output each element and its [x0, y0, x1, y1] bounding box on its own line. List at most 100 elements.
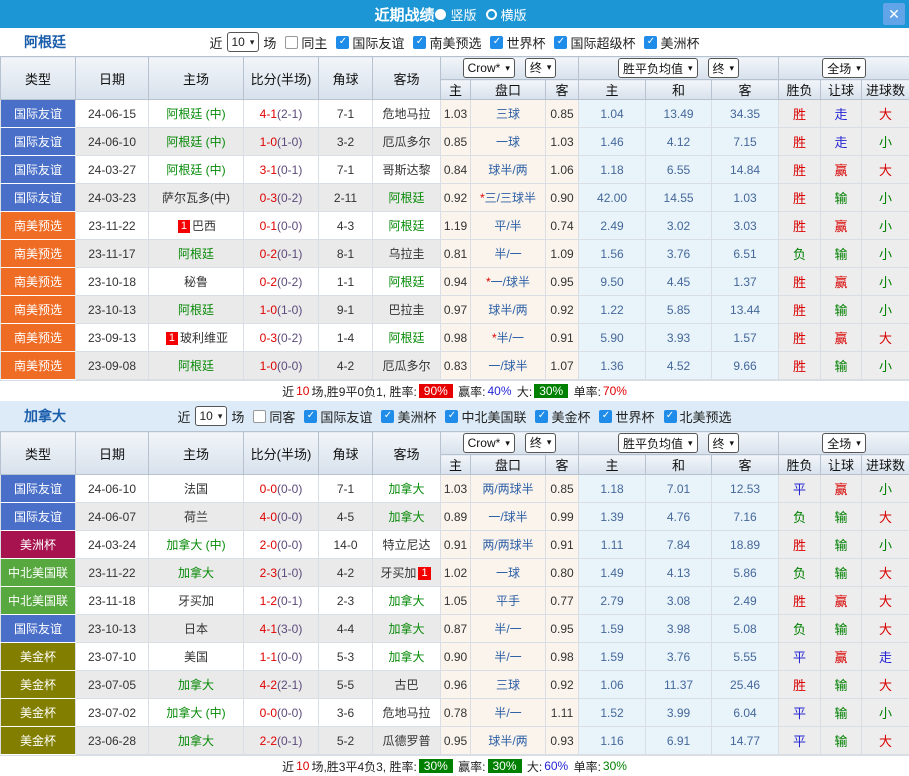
fulltime-score: 1-1 [260, 650, 277, 664]
league-label: 美金杯 [551, 407, 590, 426]
match-date: 24-06-10 [76, 128, 149, 156]
halftime-score: (0-1) [277, 247, 302, 261]
odds-stage-select[interactable]: 终 [708, 58, 740, 78]
match-result: 胜 [779, 212, 821, 240]
handicap-text: 平/半 [494, 219, 521, 233]
match-result: 胜 [779, 128, 821, 156]
league-label: 世界杯 [615, 407, 654, 426]
league-checkbox[interactable]: ✓ [664, 410, 677, 423]
win-odds: 1.04 [579, 100, 646, 128]
column-subheader: 客 [712, 80, 779, 100]
column-subheader: 让球 [821, 455, 862, 475]
handicap-line: 球半/两 [471, 727, 546, 755]
halftime-score: (3-0) [277, 622, 302, 636]
match-date: 23-07-02 [76, 699, 149, 727]
table-row: 美金杯23-06-28加拿大2-2(0-1)5-2瓜德罗普0.95球半/两0.9… [1, 727, 909, 755]
handicap-result: 赢 [821, 212, 862, 240]
league-checkbox[interactable]: ✓ [304, 410, 317, 423]
table-row: 南美预选23-10-18秘鲁0-2(0-2)1-1阿根廷0.94*一/球半0.9… [1, 268, 909, 296]
type-badge: 南美预选 [1, 212, 76, 240]
match-date: 23-11-17 [76, 240, 149, 268]
summary-segment: 单率: [570, 758, 601, 775]
bookmaker-select[interactable]: Crow* [463, 58, 515, 78]
away-handicap-odds: 1.03 [546, 128, 579, 156]
fulltime-score: 0-3 [260, 331, 277, 345]
column-header: 主场 [149, 57, 244, 100]
league-checkbox[interactable]: ✓ [381, 410, 394, 423]
corner-stat: 7-1 [319, 100, 373, 128]
fulltime-score: 1-0 [260, 303, 277, 317]
lose-odds: 14.84 [712, 156, 779, 184]
column-header: 客场 [373, 57, 441, 100]
odds-average-select[interactable]: 胜平负均值 [618, 433, 698, 453]
bookmaker-select[interactable]: Crow* [463, 433, 515, 453]
home-team-name: 阿根廷 (中) [166, 163, 225, 177]
handicap-text: 球半/两 [488, 303, 527, 317]
bookmaker-stage-select[interactable]: 终 [525, 433, 557, 453]
close-button[interactable]: ✕ [883, 3, 905, 25]
column-subheader: 主 [579, 80, 646, 100]
league-checkbox[interactable]: ✓ [535, 410, 548, 423]
odds-average-select[interactable]: 胜平负均值 [618, 58, 698, 78]
vertical-layout-radio[interactable] [435, 9, 446, 20]
match-result: 平 [779, 699, 821, 727]
handicap-line: 一球 [471, 559, 546, 587]
results-table: 类型日期主场比分(半场)角球客场Crow*终胜平负均值终全场主盘口客主和客胜负让… [0, 56, 909, 380]
halftime-score: (0-0) [277, 706, 302, 720]
away-handicap-odds: 0.85 [546, 100, 579, 128]
column-subheader: 和 [646, 80, 712, 100]
league-checkbox[interactable]: ✓ [413, 36, 426, 49]
home-team: 阿根廷 [149, 352, 244, 380]
horizontal-layout-radio[interactable] [486, 9, 497, 20]
home-team: 法国 [149, 475, 244, 503]
near-label: 近 [209, 33, 222, 52]
same-venue-checkbox[interactable] [253, 410, 266, 423]
scope-select[interactable]: 全场 [822, 58, 866, 78]
lose-odds: 13.44 [712, 296, 779, 324]
league-checkbox[interactable]: ✓ [644, 36, 657, 49]
summary-segment: 大: [524, 758, 543, 775]
fulltime-score: 4-0 [260, 510, 277, 524]
column-header: 日期 [76, 57, 149, 100]
table-row: 国际友谊24-06-15阿根廷 (中)4-1(2-1)7-1危地马拉1.03三球… [1, 100, 909, 128]
scope-select[interactable]: 全场 [822, 433, 866, 453]
fulltime-score: 4-2 [260, 678, 277, 692]
match-count-select[interactable]: 10 [195, 406, 228, 426]
bookmaker-stage-select[interactable]: 终 [525, 58, 557, 78]
column-header: 主场 [149, 432, 244, 475]
halftime-score: (1-0) [277, 135, 302, 149]
corner-stat: 9-1 [319, 296, 373, 324]
fulltime-score: 2-3 [260, 566, 277, 580]
handicap-line: 一/球半 [471, 352, 546, 380]
corner-stat: 3-6 [319, 699, 373, 727]
away-team: 阿根廷 [373, 184, 441, 212]
away-team-name: 危地马拉 [382, 706, 430, 720]
league-checkbox[interactable]: ✓ [445, 410, 458, 423]
vertical-layout-label[interactable]: 竖版 [450, 5, 476, 24]
close-icon: ✕ [888, 6, 900, 23]
score-cell: 0-2(0-2) [244, 268, 319, 296]
same-venue-checkbox[interactable] [285, 36, 298, 49]
goals-result: 小 [862, 699, 909, 727]
handicap-text: 半/一 [497, 331, 524, 345]
fulltime-score: 4-1 [260, 107, 277, 121]
score-cell: 0-0(0-0) [244, 475, 319, 503]
score-cell: 1-1(0-0) [244, 643, 319, 671]
league-checkbox[interactable]: ✓ [554, 36, 567, 49]
handicap-result: 赢 [821, 475, 862, 503]
away-team: 厄瓜多尔 [373, 128, 441, 156]
league-label: 国际友谊 [352, 33, 404, 52]
corner-stat: 4-4 [319, 615, 373, 643]
handicap-text: 两/两球半 [482, 482, 533, 496]
horizontal-layout-label[interactable]: 横版 [501, 5, 527, 24]
lose-odds: 25.46 [712, 671, 779, 699]
league-checkbox[interactable]: ✓ [490, 36, 503, 49]
match-count-select[interactable]: 10 [227, 32, 260, 52]
filter-controls: 近10场同主✓国际友谊✓南美预选✓世界杯✓国际超级杯✓美洲杯 [208, 32, 700, 52]
league-checkbox[interactable]: ✓ [336, 36, 349, 49]
goals-result: 大 [862, 156, 909, 184]
away-team-name: 加拿大 [388, 622, 424, 636]
league-checkbox[interactable]: ✓ [599, 410, 612, 423]
corner-stat: 4-2 [319, 559, 373, 587]
odds-stage-select[interactable]: 终 [708, 433, 740, 453]
